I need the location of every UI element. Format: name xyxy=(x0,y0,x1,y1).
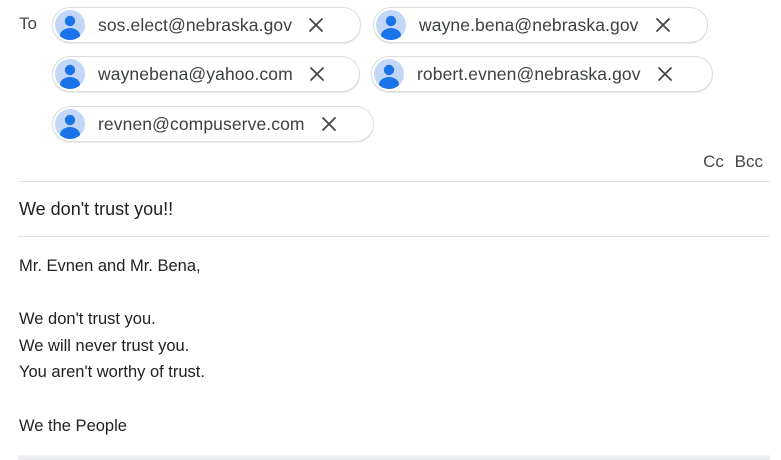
person-avatar-icon xyxy=(55,59,85,89)
to-label: To xyxy=(19,14,37,33)
close-icon[interactable] xyxy=(653,62,677,86)
recipient-email: wayne.bena@nebraska.gov xyxy=(419,14,639,35)
person-avatar-icon xyxy=(55,10,85,40)
message-line xyxy=(19,386,205,413)
close-icon[interactable] xyxy=(305,62,329,86)
recipient-email: waynebena@yahoo.com xyxy=(98,63,293,84)
person-avatar-icon xyxy=(55,109,85,139)
message-line: You aren't worthy of trust. xyxy=(19,363,205,382)
close-icon[interactable] xyxy=(304,13,328,37)
message-line xyxy=(19,280,205,307)
cc-link[interactable]: Cc xyxy=(703,152,724,171)
close-icon[interactable] xyxy=(651,13,675,37)
recipient-chip[interactable]: sos.elect@nebraska.gov xyxy=(52,7,361,43)
compose-window: To sos.elect@nebraska.gov wayne.bena@neb… xyxy=(0,0,781,460)
close-icon[interactable] xyxy=(317,112,341,136)
toolbar-edge xyxy=(18,455,770,460)
recipient-email: sos.elect@nebraska.gov xyxy=(98,14,293,35)
recipient-chip[interactable]: wayne.bena@nebraska.gov xyxy=(373,7,708,43)
recipient-email: robert.evnen@nebraska.gov xyxy=(417,63,641,84)
message-line: We will never trust you. xyxy=(19,336,190,355)
recipient-chip[interactable]: revnen@compuserve.com xyxy=(52,106,374,142)
cc-bcc-links: Cc Bcc xyxy=(703,152,763,172)
message-line: We don't trust you. xyxy=(19,310,156,329)
message-line: We the People xyxy=(19,416,127,435)
subject-field[interactable]: We don't trust you!! xyxy=(19,199,173,220)
recipient-email: revnen@compuserve.com xyxy=(98,113,305,134)
recipient-chip[interactable]: waynebena@yahoo.com xyxy=(52,56,360,92)
divider xyxy=(18,181,770,182)
bcc-link[interactable]: Bcc xyxy=(735,152,763,171)
message-line: Mr. Evnen and Mr. Bena, xyxy=(19,257,201,275)
divider xyxy=(18,236,770,237)
person-avatar-icon xyxy=(376,10,406,40)
recipient-chip[interactable]: robert.evnen@nebraska.gov xyxy=(371,56,713,92)
person-avatar-icon xyxy=(374,59,404,89)
message-body[interactable]: Mr. Evnen and Mr. Bena, We don't trust y… xyxy=(19,253,205,439)
